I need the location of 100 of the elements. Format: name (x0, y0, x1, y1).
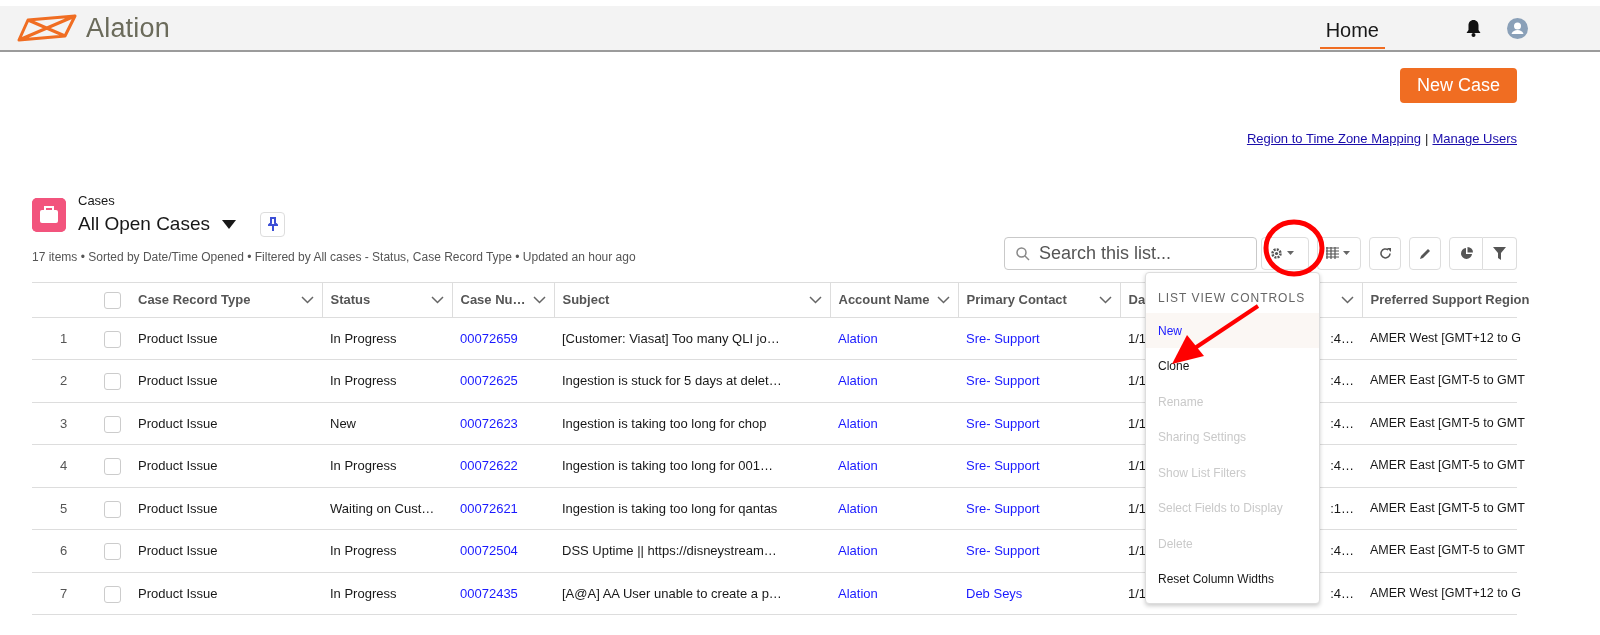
filter-button[interactable] (1483, 236, 1517, 270)
table-cell: AMER East [GMT-5 to GMT (1370, 500, 1525, 515)
link-separator: | (1425, 130, 1429, 148)
contact-link[interactable]: Deb Seys (966, 585, 1023, 601)
table-cell-text: :4… (1330, 329, 1354, 348)
menu-item[interactable]: Clone (1146, 348, 1319, 384)
pie-chart-icon (1459, 247, 1473, 261)
nav-tab[interactable]: Home (1319, 7, 1385, 49)
pencil-icon (1419, 247, 1431, 260)
case-number-link[interactable]: 00072622 (460, 458, 518, 473)
menu-heading: LIST VIEW CONTROLS (1157, 289, 1307, 307)
avatar-icon[interactable] (1507, 17, 1528, 39)
chevron-down-icon[interactable] (808, 295, 822, 304)
text-link[interactable]: Region to Time Zone Mapping (1246, 129, 1422, 149)
menu-item[interactable]: New (1146, 312, 1319, 348)
column-header[interactable]: Subject (562, 289, 610, 310)
row-checkbox[interactable] (104, 585, 121, 603)
account-link[interactable]: Alation (838, 543, 878, 558)
chevron-down-icon[interactable] (1098, 295, 1112, 304)
account-link[interactable]: Alation (838, 585, 878, 601)
bell-icon[interactable] (1465, 19, 1482, 37)
contact-link[interactable]: Sre- Support (966, 373, 1040, 388)
menu-item[interactable]: Reset Column Widths (1146, 561, 1319, 597)
table-cell: AMER West [GMT+12 to G (1370, 585, 1521, 600)
refresh-icon (1378, 247, 1392, 261)
table-cell: Product Issue (138, 373, 218, 388)
row-number: 6 (59, 543, 68, 558)
row-checkbox[interactable] (104, 500, 121, 518)
case-number-link[interactable]: 00072621 (460, 500, 518, 516)
account-link[interactable]: Alation (838, 458, 878, 473)
table-cell: Ingestion is taking too long for chop (562, 415, 767, 431)
row-checkbox[interactable] (104, 373, 121, 391)
case-number-link[interactable]: 00072659 (460, 330, 518, 346)
row-checkbox[interactable] (104, 458, 121, 476)
table-cell: Ingestion is taking too long for qantas (562, 500, 778, 516)
table-cell-text: 1/1 (1128, 584, 1147, 603)
dropdown-caret-icon[interactable] (222, 219, 236, 229)
table-cell: Ingestion is taking too long for 001… (562, 458, 774, 473)
case-number-link[interactable]: 00072625 (460, 373, 518, 388)
annotation-circle (1263, 219, 1325, 277)
table-cell: [A@A] AA User unable to create a p… (562, 585, 782, 601)
contact-link[interactable]: Sre- Support (966, 415, 1040, 431)
settings-icon (1270, 246, 1283, 260)
table-cell-text: 1/1 (1128, 542, 1147, 560)
row-number: 7 (59, 585, 68, 601)
table-cell: Product Issue (138, 543, 218, 558)
logo-text: Alation (86, 11, 170, 45)
table-cell: New (330, 415, 356, 431)
edit-button[interactable] (1409, 236, 1441, 270)
contact-link[interactable]: Sre- Support (966, 330, 1040, 346)
table-cell: Product Issue (138, 585, 218, 601)
case-number-link[interactable]: 00072435 (460, 585, 518, 601)
chevron-down-icon[interactable] (936, 295, 950, 304)
bowtie-logo-icon (16, 14, 78, 42)
chevron-down-icon[interactable] (1340, 295, 1354, 304)
table-cell-text: 1/1 (1128, 499, 1147, 518)
text-link[interactable]: Manage Users (1432, 129, 1517, 149)
table-cell: AMER West [GMT+12 to G (1370, 330, 1521, 345)
contact-link[interactable]: Sre- Support (966, 543, 1040, 558)
row-checkbox[interactable] (104, 543, 121, 561)
table-icon (1326, 247, 1339, 259)
chevron-down-icon[interactable] (532, 295, 546, 304)
table-cell-text: :4… (1330, 584, 1354, 603)
contact-link[interactable]: Sre- Support (966, 500, 1040, 516)
column-header[interactable]: Status (330, 289, 371, 310)
row-number: 3 (59, 415, 68, 431)
contact-link[interactable]: Sre- Support (966, 458, 1040, 473)
search-field[interactable]: Search this list... (1004, 236, 1257, 270)
case-number-link[interactable]: 00072623 (460, 415, 518, 431)
row-number: 1 (59, 330, 68, 346)
chevron-down-icon[interactable] (300, 295, 314, 304)
caret-icon (1343, 251, 1350, 255)
table-cell: In Progress (330, 585, 397, 601)
case-number-link[interactable]: 00072504 (460, 543, 518, 558)
chart-button[interactable] (1449, 236, 1483, 270)
row-checkbox[interactable] (104, 415, 121, 433)
row-number: 4 (59, 458, 68, 473)
column-header[interactable]: Preferred Support Region (1370, 289, 1530, 310)
table-cell: AMER East [GMT-5 to GMT (1370, 415, 1525, 430)
table-cell: In Progress (330, 373, 397, 388)
column-header[interactable]: Da (1128, 289, 1146, 310)
chevron-down-icon[interactable] (430, 295, 444, 304)
account-link[interactable]: Alation (838, 330, 878, 346)
row-number: 2 (59, 373, 68, 388)
account-link[interactable]: Alation (838, 373, 878, 388)
select-all-checkbox[interactable] (104, 291, 121, 309)
pin-icon (267, 217, 278, 232)
table-cell: AMER East [GMT-5 to GMT (1370, 458, 1525, 473)
table-cell: In Progress (330, 543, 397, 558)
table-cell-text: :4… (1330, 457, 1354, 475)
pin-button[interactable] (260, 211, 285, 237)
refresh-button[interactable] (1369, 236, 1401, 270)
row-checkbox[interactable] (104, 330, 121, 348)
table-cell: AMER East [GMT-5 to GMT (1370, 543, 1525, 558)
table-cell: [Customer: Viasat] Too many QLI jo… (562, 330, 780, 346)
table-cell-text: :1… (1330, 499, 1354, 518)
table-cell: Product Issue (138, 458, 218, 473)
account-link[interactable]: Alation (838, 500, 878, 516)
account-link[interactable]: Alation (838, 415, 878, 431)
table-cell-text: 1/1 (1128, 457, 1147, 475)
